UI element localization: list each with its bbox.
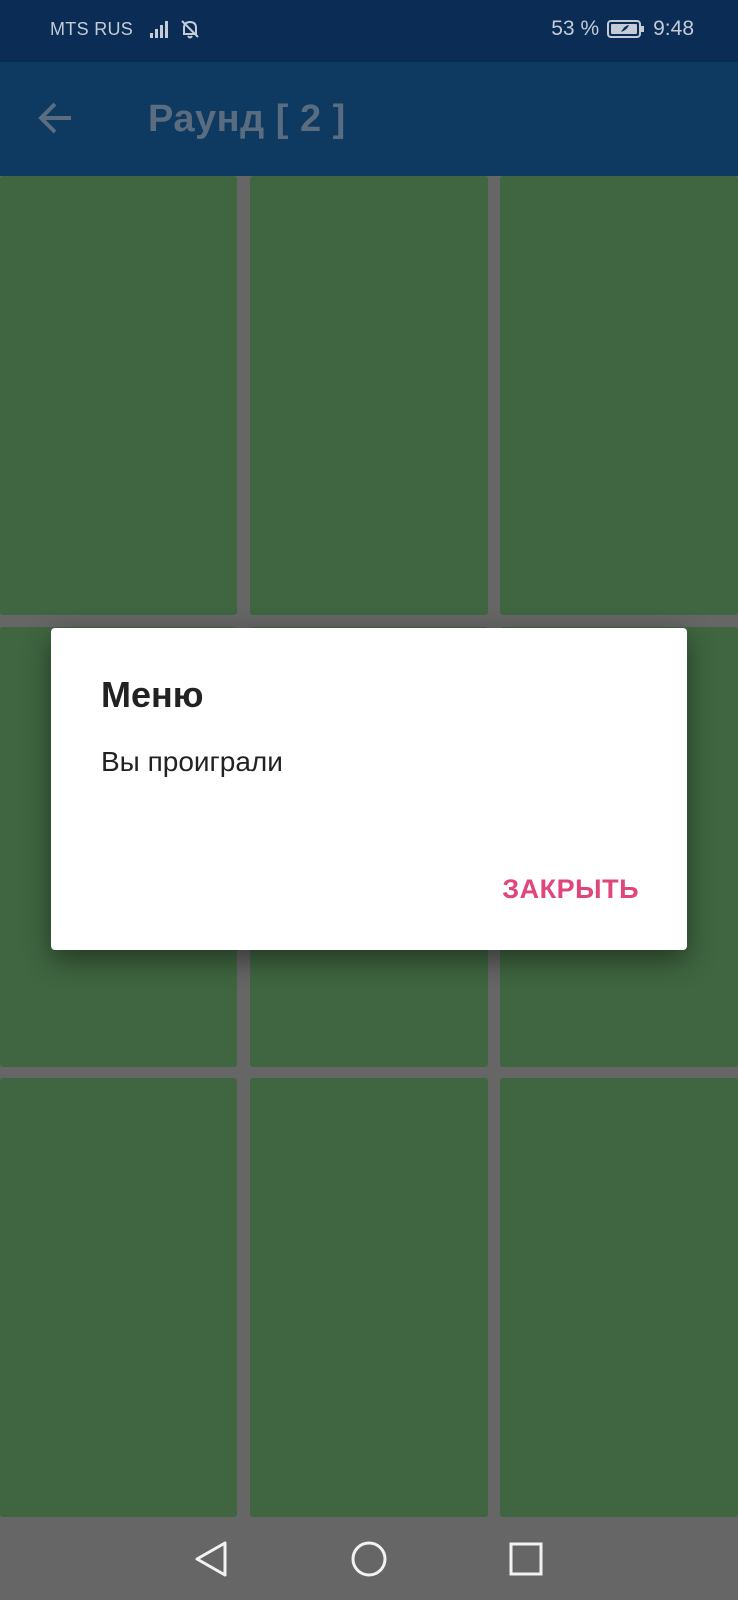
nav-back-icon[interactable]: [193, 1540, 229, 1578]
signal-icon: [150, 21, 169, 38]
status-right: 53 % 9:48: [551, 17, 694, 41]
app-bar: Раунд [ 2 ]: [0, 62, 738, 176]
game-screen: MTS RUS 53 % 9:48 Раунд [2] Меню Вы пр…: [0, 0, 738, 1600]
grid-tile[interactable]: [250, 176, 488, 615]
battery-percent: 53 %: [551, 17, 600, 40]
nav-home-icon[interactable]: [350, 1540, 388, 1578]
carrier-name: MTS RUS: [50, 18, 134, 39]
dialog-title: Меню: [101, 674, 204, 715]
close-button[interactable]: ЗАКРЫТЬ: [502, 874, 639, 905]
bell-off-icon: [181, 20, 199, 39]
page-title: Раунд [ 2 ]: [148, 98, 346, 140]
battery-icon: [607, 20, 645, 38]
status-bar: MTS RUS 53 % 9:48: [0, 0, 738, 62]
grid-tile[interactable]: [250, 1078, 488, 1517]
nav-recent-icon[interactable]: [509, 1542, 543, 1576]
system-nav-bar: [0, 1518, 738, 1600]
grid-tile[interactable]: [500, 1078, 738, 1517]
grid-tile[interactable]: [0, 176, 237, 615]
grid-tile[interactable]: [0, 1078, 237, 1517]
dialog-message: Вы проиграли: [101, 746, 283, 777]
grid-tile[interactable]: [500, 176, 738, 615]
clock: 9:48: [653, 17, 694, 40]
result-dialog: Меню Вы проиграли ЗАКРЫТЬ: [51, 628, 687, 950]
status-left: MTS RUS: [50, 18, 201, 40]
arrow-left-icon[interactable]: [36, 98, 76, 138]
